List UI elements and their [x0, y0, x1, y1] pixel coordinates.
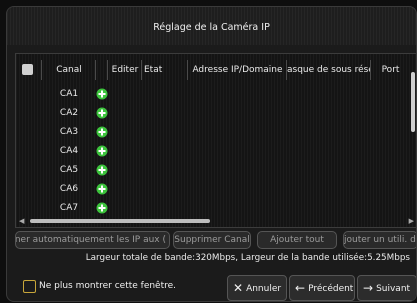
channel-name: CA2: [59, 108, 79, 118]
channel-table: Canal Editer Etat Adresse IP/Domaine asq…: [15, 53, 416, 228]
table-row[interactable]: CA2: [16, 104, 409, 123]
add-camera-icon[interactable]: [96, 126, 108, 138]
dont-show-again-label[interactable]: Ne plus montrer cette fenêtre.: [39, 280, 176, 292]
action-buttons: ner automatiquement les IP aux ( Supprim…: [15, 231, 416, 249]
scroll-right-icon[interactable]: ▶: [409, 217, 414, 225]
next-button[interactable]: → Suivant: [357, 275, 416, 301]
vertical-scrollbar[interactable]: [411, 72, 415, 132]
table-row[interactable]: CA3: [16, 123, 409, 142]
dialog-footer: Ne plus montrer cette fenêtre. ✕ Annuler …: [7, 273, 416, 301]
add-camera-icon[interactable]: [96, 164, 108, 176]
table-header: Canal Editer Etat Adresse IP/Domaine asq…: [16, 60, 409, 80]
arrow-right-icon: →: [363, 281, 374, 295]
bandwidth-info: Largeur totale de bande:320Mbps, Largeur…: [85, 253, 410, 263]
header-masque[interactable]: asque de sous résea: [286, 60, 371, 80]
add-camera-icon[interactable]: [96, 183, 108, 195]
select-all-checkbox[interactable]: [22, 64, 33, 75]
cancel-label: Annuler: [246, 284, 282, 294]
add-user-defined-button[interactable]: jouter un utili. défi: [343, 231, 416, 249]
table-row[interactable]: CA5: [16, 161, 409, 180]
channel-name: CA3: [59, 127, 79, 137]
select-all-column: [16, 60, 41, 80]
table-row[interactable]: CA6: [16, 180, 409, 199]
add-camera-icon[interactable]: [96, 107, 108, 119]
horizontal-scrollbar[interactable]: ◀ ▶: [16, 217, 416, 226]
auto-add-ip-label: ner automatiquement les IP aux (: [15, 235, 166, 245]
previous-button[interactable]: ← Précédent: [289, 275, 355, 301]
channel-name: CA4: [59, 146, 79, 156]
add-camera-icon[interactable]: [96, 88, 108, 100]
add-camera-icon[interactable]: [96, 145, 108, 157]
channel-name: CA1: [59, 89, 79, 99]
header-port[interactable]: Port: [370, 60, 410, 80]
dont-show-again-checkbox[interactable]: [23, 280, 36, 293]
previous-label: Précédent: [308, 284, 354, 294]
ip-camera-settings-dialog: Réglage de la Caméra IP Canal Editer Eta…: [6, 6, 417, 302]
add-all-button[interactable]: Ajouter tout: [257, 231, 337, 249]
dialog-title: Réglage de la Caméra IP: [7, 7, 416, 45]
channel-name: CA7: [59, 203, 79, 213]
table-row[interactable]: CA4: [16, 142, 409, 161]
close-icon: ✕: [233, 281, 244, 295]
next-label: Suivant: [376, 284, 411, 294]
header-canal[interactable]: Canal: [41, 60, 96, 80]
auto-add-ip-button[interactable]: ner automatiquement les IP aux (: [15, 231, 170, 249]
arrow-left-icon: ←: [295, 281, 306, 295]
table-row[interactable]: CA7: [16, 199, 409, 218]
header-etat[interactable]: Etat: [141, 60, 188, 80]
header-adresse[interactable]: Adresse IP/Domaine: [187, 60, 287, 80]
channel-name: CA6: [59, 184, 79, 194]
table-row[interactable]: CA1: [16, 85, 409, 104]
cancel-button[interactable]: ✕ Annuler: [227, 275, 287, 301]
add-camera-icon[interactable]: [96, 202, 108, 214]
header-editer[interactable]: Editer: [107, 60, 142, 80]
scroll-left-icon[interactable]: ◀: [19, 217, 24, 225]
channel-name: CA5: [59, 165, 79, 175]
horizontal-scroll-thumb[interactable]: [30, 219, 210, 223]
delete-channel-button[interactable]: Supprimer Canal: [173, 231, 251, 249]
